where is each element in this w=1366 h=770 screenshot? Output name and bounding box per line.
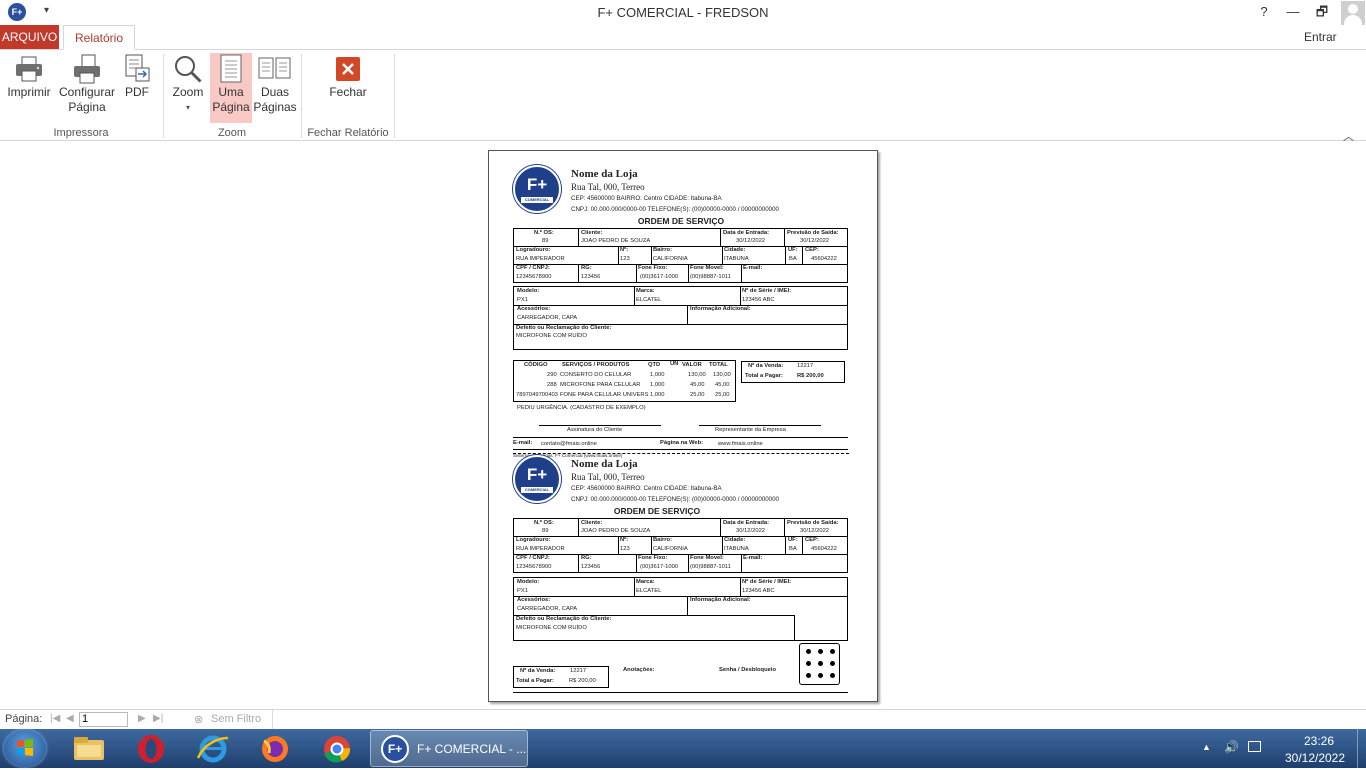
- page-number-input[interactable]: 1: [79, 712, 128, 727]
- ribbon-separator: [163, 54, 164, 138]
- tray-expand-icon[interactable]: ▲: [1202, 742, 1211, 752]
- first-page-button[interactable]: |◀: [50, 713, 60, 724]
- previous-page-button[interactable]: ◀: [66, 713, 74, 724]
- single-page-icon: [210, 53, 252, 85]
- client-signature-label: Assinatura do Cliente: [567, 427, 623, 433]
- page-navigation-bar: Página: |◀ ◀ 1 ▶ ▶| ⊗ Sem Filtro: [0, 709, 1366, 729]
- device-info-box: Modelo: PX1 Marca: ELCATEL Nº de Série /…: [513, 286, 848, 350]
- no-filter-label: Sem Filtro: [211, 713, 262, 725]
- opera-browser-icon[interactable]: [124, 732, 178, 765]
- store-logo-icon: F+ COMERCIAL: [513, 165, 561, 213]
- notes-label: Anotações:: [623, 667, 655, 673]
- last-page-button[interactable]: ▶|: [153, 713, 163, 724]
- store-cep-line: CEP: 45600000 BAIRRO: Centro CIDADE: Ita…: [571, 195, 722, 202]
- windows-logo-icon: [17, 739, 33, 756]
- table-row: 7897049700403: [516, 392, 558, 398]
- os-title: ORDEM DE SERVIÇO: [637, 216, 725, 226]
- table-row: 290: [547, 372, 557, 378]
- sign-in-link[interactable]: Entrar: [1304, 30, 1337, 44]
- tab-report[interactable]: Relatório: [63, 25, 135, 50]
- sale-total-box: Nº da Venda: 12217 Total a Pagar: R$ 200…: [741, 361, 845, 383]
- fcomercial-app-icon: F+: [381, 735, 409, 763]
- tab-file[interactable]: ARQUIVO: [0, 25, 59, 49]
- chevron-down-icon: ▾: [185, 103, 190, 112]
- window-title: F+ COMERCIAL - FREDSON: [597, 5, 769, 20]
- client-info-box: N.º OS: 89 Cliente: JOAO PEDRO DE SOUZA …: [513, 518, 848, 573]
- group-label-close: Fechar Relatório: [307, 127, 389, 139]
- windows-taskbar: F+ F+ COMERCIAL - ... ▲ 🔊 23:26 30/12/20…: [0, 729, 1366, 768]
- printer-icon: [4, 53, 54, 85]
- firefox-browser-icon[interactable]: [248, 732, 302, 765]
- two-pages-icon: [253, 53, 297, 85]
- help-button[interactable]: ?: [1250, 2, 1278, 22]
- taskbar-app-fcomercial[interactable]: F+ F+ COMERCIAL - ...: [370, 730, 528, 767]
- group-label-printer: Impressora: [53, 127, 109, 139]
- user-avatar-icon[interactable]: [1341, 1, 1365, 25]
- filter-off-icon: ⊗: [194, 714, 204, 726]
- clock-time[interactable]: 23:26: [1284, 734, 1354, 748]
- page-setup-icon: [56, 53, 118, 85]
- restore-button[interactable]: 🗗: [1308, 2, 1336, 22]
- network-icon[interactable]: [1248, 741, 1261, 752]
- report-preview-area[interactable]: F+ COMERCIAL Nome da Loja Rua Tal, 000, T…: [0, 141, 1366, 709]
- observation-text: PEDIU URGÊNCIA. (CADASTRO DE EXEMPLO): [517, 405, 646, 411]
- service-order-copy-2: F+ COMERCIAL Nome da Loja Rua Tal, 000, T…: [513, 455, 849, 693]
- service-order-copy-1: F+ COMERCIAL Nome da Loja Rua Tal, 000, T…: [513, 165, 849, 458]
- volume-icon[interactable]: 🔊: [1224, 740, 1239, 754]
- pdf-export-icon: [119, 53, 155, 85]
- ribbon-separator: [301, 54, 302, 138]
- internet-explorer-icon[interactable]: [186, 732, 240, 765]
- clock-date[interactable]: 30/12/2022: [1276, 751, 1354, 765]
- page-setup-button[interactable]: Configurar Página: [56, 53, 118, 123]
- close-report-button[interactable]: Fechar: [322, 53, 374, 123]
- ribbon-separator: [394, 54, 395, 138]
- unlock-label: Senha / Desbloqueio: [719, 667, 777, 673]
- group-label-zoom: Zoom: [217, 127, 247, 139]
- client-info-box: N.º OS: 89 Cliente: JOAO PEDRO DE SOUZA …: [513, 228, 848, 283]
- unlock-pattern-icon: [799, 643, 840, 685]
- start-button[interactable]: [4, 730, 46, 767]
- store-name: Nome da Loja: [571, 168, 638, 180]
- file-explorer-icon[interactable]: [62, 732, 116, 765]
- minimize-button[interactable]: —: [1279, 2, 1307, 22]
- page-label: Página:: [5, 713, 43, 725]
- close-red-icon: [322, 53, 374, 85]
- chrome-browser-icon[interactable]: [310, 732, 364, 765]
- print-button[interactable]: Imprimir: [4, 53, 54, 123]
- device-info-box: Modelo: PX1 Marca: ELCATEL Nº de Série /…: [513, 577, 848, 641]
- sale-total-box: Nº da Venda: 12217 Total a Pagar: R$ 200…: [513, 666, 609, 688]
- report-page: F+ COMERCIAL Nome da Loja Rua Tal, 000, T…: [488, 150, 878, 702]
- magnifier-icon: [168, 53, 208, 85]
- ribbon: Imprimir Configurar Página PDF Impressor…: [0, 49, 1366, 143]
- store-address: Rua Tal, 000, Terreo: [571, 182, 645, 192]
- one-page-button[interactable]: Uma Página: [210, 53, 252, 123]
- zoom-button[interactable]: Zoom ▾: [168, 53, 208, 123]
- company-signature-label: Representante da Empresa: [715, 427, 786, 433]
- next-page-button[interactable]: ▶: [138, 713, 146, 724]
- table-row: 288: [547, 382, 557, 388]
- title-bar: F+ ▾ F+ COMERCIAL - FREDSON ? — 🗗 ✕: [0, 0, 1366, 25]
- store-logo-icon: F+ COMERCIAL: [513, 455, 561, 503]
- pdf-button[interactable]: PDF: [119, 53, 155, 123]
- show-desktop-button[interactable]: [1357, 729, 1366, 768]
- ribbon-tabs: ARQUIVO Relatório Entrar: [0, 25, 1366, 50]
- two-pages-button[interactable]: Duas Páginas: [253, 53, 297, 123]
- store-cnpj-line: CNPJ: 00.000.000/0000-00 TELEFONE(S): (0…: [571, 206, 779, 213]
- cut-line: [513, 453, 849, 454]
- items-table: CÓDIGO SERVIÇOS / PRODUTOS QTD UN VALOR …: [513, 360, 736, 402]
